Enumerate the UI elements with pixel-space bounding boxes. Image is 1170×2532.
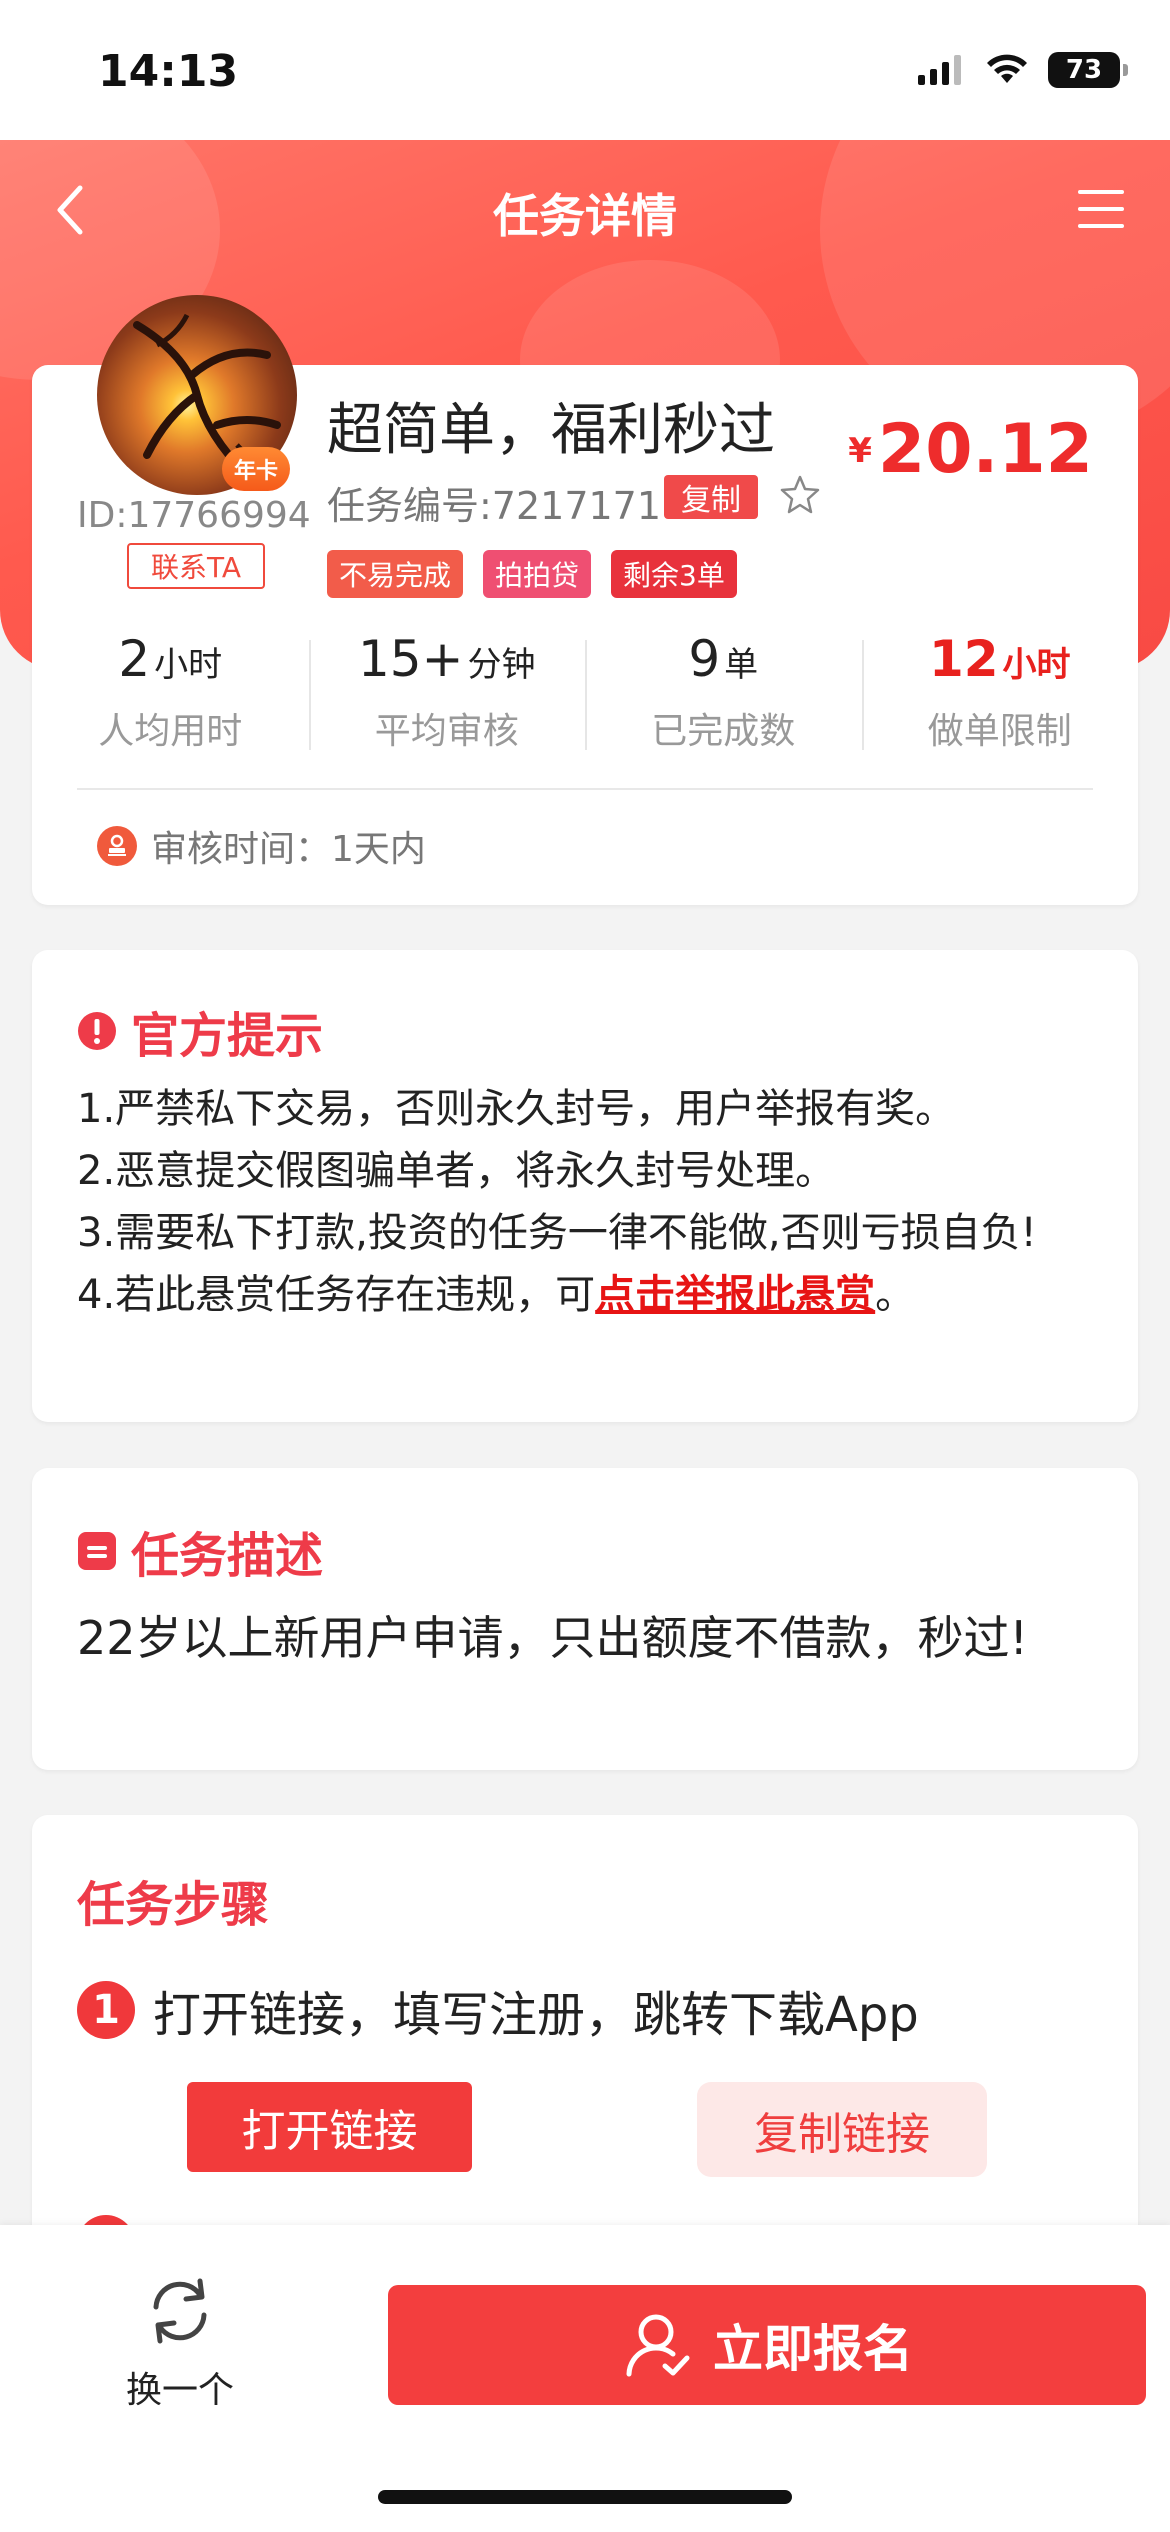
task-tags: 不易完成 拍拍贷 剩余3单 xyxy=(327,550,737,598)
user-icon xyxy=(626,2314,690,2377)
refresh-button[interactable]: 换一个 xyxy=(100,2273,260,2413)
stat-value: 2 xyxy=(118,630,151,688)
task-summary-card: 年卡 ID:17766994 联系TA 超简单，福利秒过 任务编号:721717… xyxy=(32,295,1138,905)
price-value: 20.12 xyxy=(877,410,1093,489)
tag-difficulty: 不易完成 xyxy=(327,550,464,598)
step-number: 1 xyxy=(77,1981,135,2039)
copy-task-number-button[interactable]: 复制 xyxy=(664,475,758,519)
review-time-text: 审核时间：1天内 xyxy=(151,829,426,870)
status-bar: 14:13 73 xyxy=(0,0,1170,140)
signup-label: 立即报名 xyxy=(713,2320,913,2378)
stat-avg-time: 2 小时 人均用时 xyxy=(32,630,309,780)
nav-bar: 任务详情 xyxy=(0,140,1170,280)
battery-icon: 73 xyxy=(1048,52,1128,88)
home-indicator xyxy=(378,2490,792,2504)
stamp-icon xyxy=(97,826,137,866)
report-link[interactable]: 点击举报此悬赏 xyxy=(595,1272,875,1318)
divider xyxy=(77,788,1093,790)
task-stats: 2 小时 人均用时 15+ 分钟 平均审核 9单 已完成数 12 小时 做单限制 xyxy=(32,630,1138,780)
notice-line-text: 4.若此悬赏任务存在违规，可 xyxy=(77,1272,596,1318)
open-link-button[interactable]: 打开链接 xyxy=(187,2082,472,2172)
reward-price: ¥20.12 xyxy=(848,410,1093,489)
stat-unit: 分钟 xyxy=(467,645,536,685)
refresh-icon xyxy=(153,2278,207,2344)
menu-icon[interactable] xyxy=(1076,184,1126,234)
stat-completed: 9单 已完成数 xyxy=(585,630,862,780)
stat-value: 9 xyxy=(688,630,721,688)
stat-unit: 小时 xyxy=(154,645,223,685)
user-id: ID:17766994 xyxy=(77,495,311,536)
signup-button[interactable]: 立即报名 xyxy=(388,2285,1146,2405)
tag-platform: 拍拍贷 xyxy=(483,550,592,598)
star-icon[interactable] xyxy=(778,473,822,517)
stat-label: 做单限制 xyxy=(927,711,1072,752)
stat-label: 人均用时 xyxy=(98,711,243,752)
stat-unit: 小时 xyxy=(1002,645,1071,685)
task-number: 任务编号:7217171 xyxy=(327,484,662,528)
step-item: 1 打开链接，填写注册，跳转下载App xyxy=(77,1975,919,2045)
status-icons: 73 xyxy=(916,52,1128,88)
tag-remaining: 剩余3单 xyxy=(611,550,737,598)
stat-value: 12 xyxy=(928,630,999,688)
stat-unit: 单 xyxy=(724,645,759,685)
alert-icon xyxy=(78,1012,116,1050)
steps-title: 任务步骤 xyxy=(77,1877,270,1933)
page-title: 任务详情 xyxy=(493,189,677,243)
review-time: 审核时间：1天内 xyxy=(97,820,426,872)
stat-avg-review: 15+ 分钟 平均审核 xyxy=(308,630,586,780)
bottom-action-bar: 换一个 立即报名 xyxy=(0,2225,1170,2532)
stat-time-limit: 12 小时 做单限制 xyxy=(861,630,1139,780)
notice-line: 3.需要私下打款,投资的任务一律不能做,否则亏损自负! xyxy=(77,1210,1037,1256)
task-description-card: 任务描述 22岁以上新用户申请，只出额度不借款，秒过! xyxy=(32,1468,1138,1770)
notice-header: 官方提示 xyxy=(77,996,323,1066)
notice-title: 官方提示 xyxy=(131,1008,324,1064)
status-time: 14:13 xyxy=(98,46,239,97)
description-title: 任务描述 xyxy=(131,1528,324,1584)
cellular-signal-icon xyxy=(918,55,961,85)
description-text: 22岁以上新用户申请，只出额度不借款，秒过! xyxy=(77,1611,1028,1665)
description-header: 任务描述 xyxy=(77,1516,323,1586)
notice-line: 1.严禁私下交易，否则永久封号，用户举报有奖。 xyxy=(77,1086,956,1132)
document-icon xyxy=(78,1532,116,1570)
refresh-label: 换一个 xyxy=(125,2370,234,2411)
wifi-icon xyxy=(987,54,1027,83)
step-text: 打开链接，填写注册，跳转下载App xyxy=(153,1987,919,2043)
official-notice-card: 官方提示 1.严禁私下交易，否则永久封号，用户举报有奖。 2.恶意提交假图骗单者… xyxy=(32,950,1138,1422)
notice-line: 2.恶意提交假图骗单者，将永久封号处理。 xyxy=(77,1148,836,1194)
notice-lines: 1.严禁私下交易，否则永久封号，用户举报有奖。 2.恶意提交假图骗单者，将永久封… xyxy=(77,1078,1093,1326)
notice-line-end: 。 xyxy=(875,1272,916,1318)
price-symbol: ¥ xyxy=(848,431,872,471)
stat-value: 15+ xyxy=(357,630,464,688)
stat-label: 平均审核 xyxy=(374,711,519,752)
stat-label: 已完成数 xyxy=(651,711,796,752)
contact-button[interactable]: 联系TA xyxy=(127,543,265,589)
notice-line: 4.若此悬赏任务存在违规，可点击举报此悬赏。 xyxy=(77,1264,1093,1326)
copy-link-button[interactable]: 复制链接 xyxy=(697,2082,987,2177)
steps-header: 任务步骤 xyxy=(77,1865,269,1935)
task-title: 超简单，福利秒过 xyxy=(327,398,775,463)
annual-card-badge: 年卡 xyxy=(222,447,290,491)
